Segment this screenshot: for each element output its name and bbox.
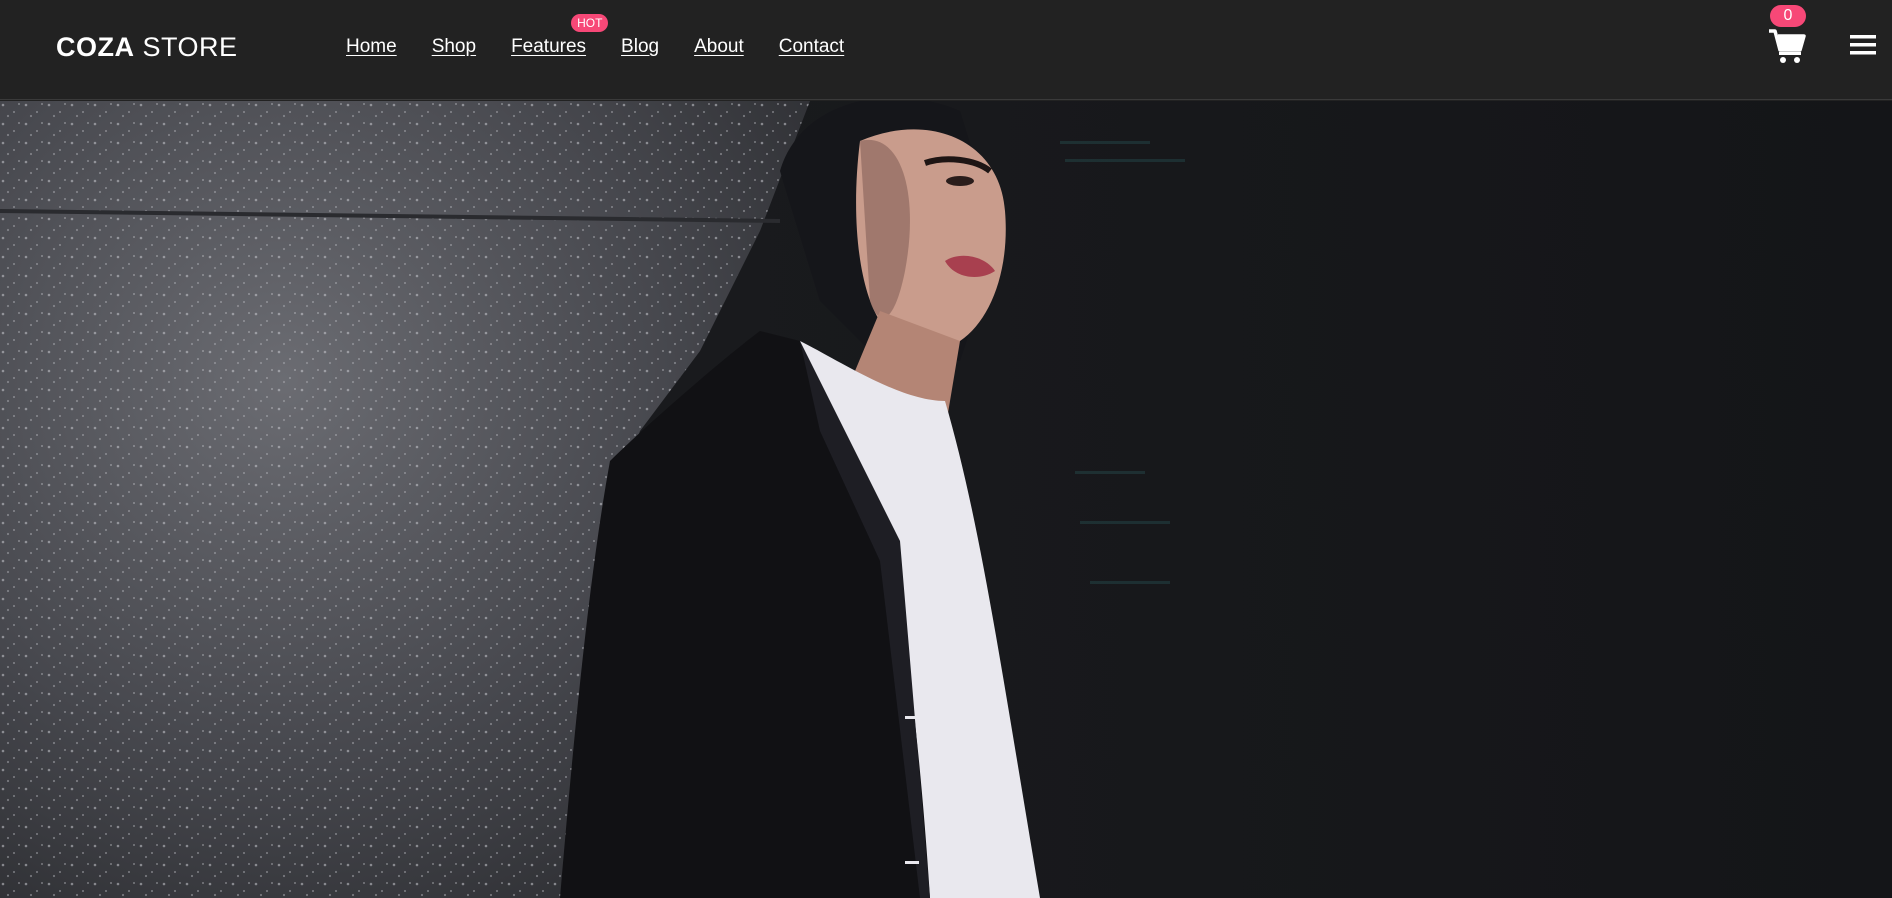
logo-bold-text: COZA [56,32,135,62]
logo[interactable]: COZA STORE [56,32,238,63]
site-header: COZA STORE Home Shop Features HOT Blog A… [0,0,1892,100]
hamburger-menu-icon[interactable] [1850,34,1876,56]
cart-count-badge: 0 [1770,5,1806,27]
hot-badge: HOT [571,14,609,32]
hero-banner [0,101,1892,898]
logo-light-text: STORE [142,32,238,62]
nav-item-contact[interactable]: Contact [779,36,844,58]
nav-item-shop[interactable]: Shop [432,36,476,58]
nav-item-features[interactable]: Features HOT [511,14,609,58]
nav-item-blog[interactable]: Blog [621,36,659,58]
nav-item-home[interactable]: Home [346,36,397,58]
nav-item-about[interactable]: About [694,36,744,58]
shopping-cart-icon[interactable] [1768,28,1806,64]
hero-photo [0,101,1892,898]
main-nav: Home Shop Features HOT Blog About Contac… [346,14,879,58]
nav-item-features-label: Features [511,36,587,57]
